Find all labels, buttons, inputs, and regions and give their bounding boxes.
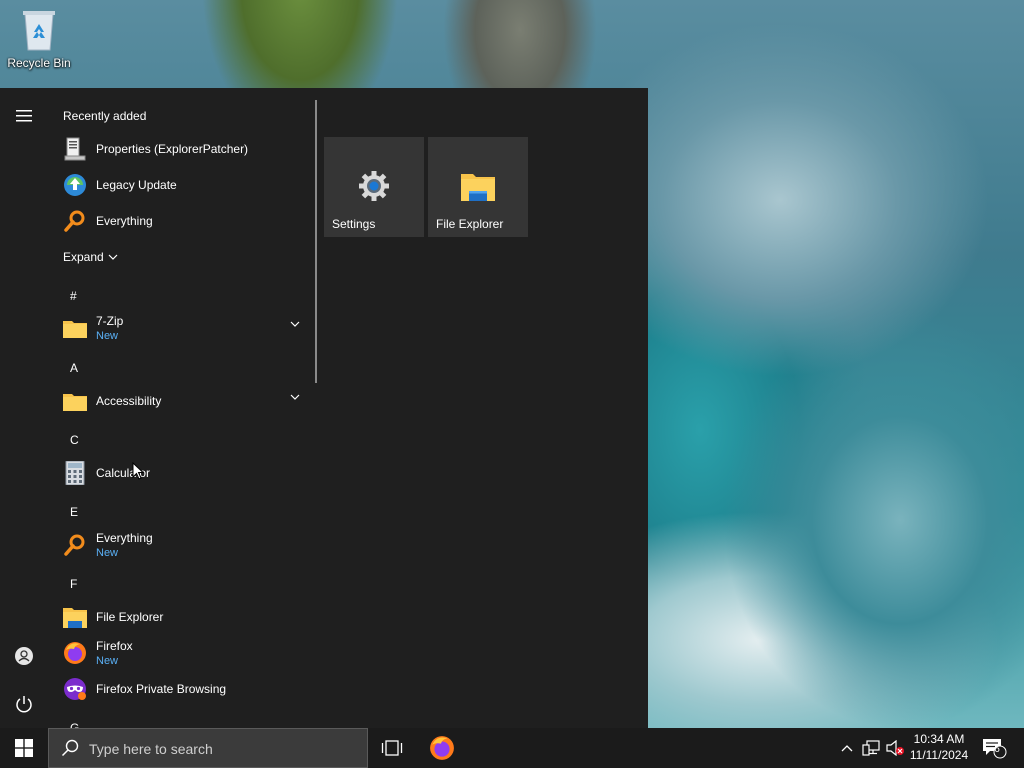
taskbar-search-box[interactable]: Type here to search bbox=[48, 728, 368, 768]
firefox-icon bbox=[430, 736, 454, 760]
app-list: Recently added Properties (ExplorerPatch… bbox=[48, 88, 314, 728]
new-badge: New bbox=[96, 547, 119, 559]
volume-muted-icon bbox=[886, 740, 904, 756]
windows-logo-icon bbox=[15, 739, 33, 757]
start-rail bbox=[0, 88, 48, 728]
task-view-button[interactable] bbox=[368, 728, 416, 768]
task-view-icon bbox=[381, 740, 403, 756]
app-everything[interactable]: Everything New bbox=[48, 527, 314, 563]
group-header-hash[interactable]: # bbox=[70, 289, 77, 303]
recently-added-heading: Recently added bbox=[63, 109, 147, 123]
taskbar-clock[interactable]: 10:34 AM 11/11/2024 bbox=[904, 731, 974, 763]
group-header-g[interactable]: G bbox=[70, 721, 79, 728]
firefox-private-icon bbox=[63, 677, 87, 701]
hamburger-icon bbox=[16, 110, 32, 122]
folder-icon bbox=[63, 389, 87, 413]
hamburger-menu-button[interactable] bbox=[4, 98, 44, 134]
start-button[interactable] bbox=[0, 728, 48, 768]
recycle-bin-label: Recycle Bin bbox=[7, 56, 71, 70]
tile-label: Settings bbox=[332, 217, 376, 231]
show-hidden-icons-button[interactable] bbox=[838, 728, 856, 768]
taskbar: Type here to search 10:34 AM 11/11/2024 … bbox=[0, 728, 1024, 768]
app-firefox[interactable]: Firefox New bbox=[48, 635, 314, 671]
app-name: Firefox Private Browsing bbox=[96, 682, 227, 696]
group-header-e[interactable]: E bbox=[70, 505, 78, 519]
network-status-button[interactable] bbox=[860, 728, 882, 768]
file-explorer-icon bbox=[63, 605, 87, 629]
properties-icon bbox=[63, 137, 87, 161]
app-name: 7-Zip bbox=[96, 314, 124, 328]
clock-date: 11/11/2024 bbox=[909, 748, 969, 762]
mouse-cursor-icon bbox=[132, 462, 144, 480]
expand-button[interactable]: Expand bbox=[63, 250, 118, 264]
file-explorer-icon bbox=[460, 171, 496, 201]
volume-button[interactable] bbox=[884, 728, 906, 768]
tile-file-explorer[interactable]: File Explorer bbox=[428, 137, 528, 237]
app-everything-recent[interactable]: Everything bbox=[48, 203, 314, 239]
app-calculator[interactable]: Calculator bbox=[48, 455, 314, 491]
chevron-down-icon[interactable] bbox=[290, 321, 300, 327]
calculator-icon bbox=[63, 461, 87, 485]
legacy-update-icon bbox=[63, 173, 87, 197]
app-name: File Explorer bbox=[96, 610, 164, 624]
group-header-c[interactable]: C bbox=[70, 433, 79, 447]
power-icon bbox=[16, 696, 32, 713]
recycle-bin-icon bbox=[20, 8, 58, 52]
taskbar-firefox-button[interactable] bbox=[418, 728, 466, 768]
tile-settings[interactable]: Settings bbox=[324, 137, 424, 237]
power-button[interactable] bbox=[4, 686, 44, 722]
app-accessibility-folder[interactable]: Accessibility bbox=[48, 383, 314, 419]
start-menu: Recently added Properties (ExplorerPatch… bbox=[0, 88, 648, 728]
search-placeholder: Type here to search bbox=[89, 741, 213, 757]
app-name: Accessibility bbox=[96, 394, 162, 408]
new-badge: New bbox=[96, 655, 119, 667]
app-name: Properties (ExplorerPatcher) bbox=[96, 142, 249, 156]
chevron-down-icon[interactable] bbox=[290, 394, 300, 400]
action-center-button[interactable]: 6 bbox=[978, 728, 1010, 768]
clock-time: 10:34 AM bbox=[913, 732, 965, 746]
group-header-f[interactable]: F bbox=[70, 577, 77, 591]
firefox-icon bbox=[63, 641, 87, 665]
app-file-explorer[interactable]: File Explorer bbox=[48, 599, 314, 635]
app-name: Everything bbox=[96, 531, 153, 545]
app-properties-explorerpatcher[interactable]: Properties (ExplorerPatcher) bbox=[48, 131, 314, 167]
app-name: Firefox bbox=[96, 639, 133, 653]
folder-icon bbox=[63, 316, 87, 340]
app-name: Legacy Update bbox=[96, 178, 177, 192]
recycle-bin-shortcut[interactable]: Recycle Bin bbox=[6, 8, 72, 70]
app-list-scrollbar[interactable] bbox=[315, 100, 317, 383]
app-7zip-folder[interactable]: 7-Zip New bbox=[48, 310, 314, 346]
new-badge: New bbox=[96, 330, 119, 342]
user-account-button[interactable] bbox=[4, 638, 44, 674]
search-icon bbox=[61, 739, 79, 757]
chevron-down-icon bbox=[108, 254, 118, 260]
everything-icon bbox=[63, 209, 87, 233]
app-legacy-update[interactable]: Legacy Update bbox=[48, 167, 314, 203]
app-firefox-private-browsing[interactable]: Firefox Private Browsing bbox=[48, 671, 314, 707]
gear-icon bbox=[356, 171, 392, 201]
group-header-a[interactable]: A bbox=[70, 361, 78, 375]
network-icon bbox=[862, 740, 880, 756]
app-name: Everything bbox=[96, 214, 153, 228]
tile-label: File Explorer bbox=[436, 217, 504, 231]
chevron-up-icon bbox=[841, 745, 853, 752]
everything-icon bbox=[63, 533, 87, 557]
expand-label: Expand bbox=[63, 250, 104, 264]
user-icon bbox=[15, 647, 33, 665]
notification-count: 6 bbox=[994, 744, 1000, 755]
